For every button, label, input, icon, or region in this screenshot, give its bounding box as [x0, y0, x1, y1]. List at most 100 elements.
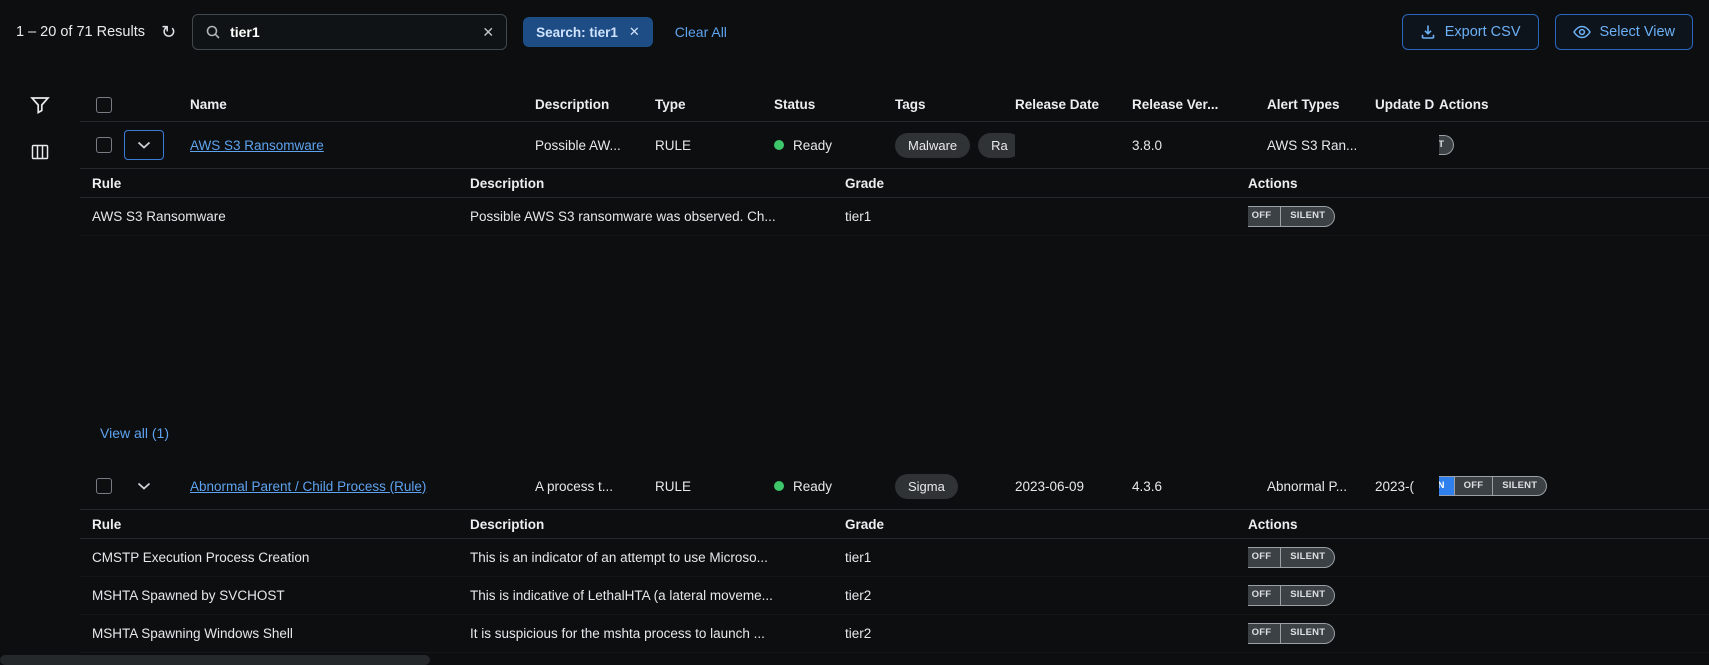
cell-type: RULE: [655, 138, 774, 153]
cell-tags: Sigma: [895, 474, 1015, 499]
cell-alert-types: AWS S3 Ran...: [1267, 138, 1375, 153]
search-filter-chip[interactable]: Search: tier1 ✕: [523, 17, 653, 47]
cell-type: RULE: [655, 479, 774, 494]
column-header-update-date[interactable]: Update D: [1375, 97, 1439, 112]
search-box[interactable]: ✕: [192, 14, 507, 50]
toggle-off[interactable]: OFF: [1248, 624, 1280, 642]
view-all-link[interactable]: View all (1): [80, 421, 1709, 445]
toggle-off[interactable]: OFF: [1248, 586, 1280, 604]
cell-actions: ON OFF SILENT: [1439, 135, 1709, 155]
sub-rule-actions: ON OFF SILENT: [1248, 623, 1709, 643]
sub-rule-grade: tier2: [845, 626, 1248, 641]
state-toggle[interactable]: ON OFF SILENT: [1248, 547, 1335, 567]
column-header-name[interactable]: Name: [190, 97, 535, 112]
sub-rule-description: This is indicative of LethalHTA (a later…: [470, 588, 845, 603]
column-header-release-date[interactable]: Release Date: [1015, 97, 1132, 112]
state-toggle[interactable]: ON OFF SILENT: [1248, 206, 1335, 226]
cell-release-version: 3.8.0: [1132, 138, 1267, 153]
tag-chip: Sigma: [895, 474, 958, 499]
select-view-button[interactable]: Select View: [1555, 14, 1694, 50]
column-header-actions: Actions: [1439, 97, 1709, 112]
toggle-silent[interactable]: SILENT: [1281, 548, 1334, 566]
cell-description: A process t...: [535, 479, 655, 494]
cell-description: Possible AW...: [535, 138, 655, 153]
cell-actions: ON OFF SILENT: [1439, 476, 1709, 496]
filter-icon[interactable]: [30, 96, 50, 114]
column-header-alert-types[interactable]: Alert Types: [1267, 97, 1375, 112]
toggle-off[interactable]: OFF: [1248, 207, 1280, 225]
eye-icon: [1573, 25, 1591, 39]
columns-icon[interactable]: [31, 144, 49, 160]
sub-rule-name: MSHTA Spawned by SVCHOST: [92, 588, 470, 603]
rule-name-link[interactable]: AWS S3 Ransomware: [190, 138, 535, 153]
select-view-label: Select View: [1600, 24, 1676, 40]
column-header-description[interactable]: Description: [535, 97, 655, 112]
horizontal-scrollbar[interactable]: [0, 655, 430, 665]
state-toggle[interactable]: ON OFF SILENT: [1439, 476, 1547, 496]
sub-table-header: Rule Description Grade Actions: [80, 168, 1709, 198]
remove-filter-icon[interactable]: ✕: [629, 24, 640, 40]
clear-all-link[interactable]: Clear All: [675, 24, 727, 40]
sub-rule-name: AWS S3 Ransomware: [92, 209, 470, 224]
toggle-off[interactable]: OFF: [1455, 477, 1493, 495]
sub-rule-grade: tier1: [845, 550, 1248, 565]
column-header-type[interactable]: Type: [655, 97, 774, 112]
sub-column-rule: Rule: [92, 517, 470, 532]
sub-column-rule: Rule: [92, 176, 470, 191]
collapse-row-button[interactable]: [124, 130, 164, 160]
table-row: Abnormal Parent / Child Process (Rule) A…: [80, 463, 1709, 509]
toggle-silent[interactable]: SILENT: [1493, 477, 1546, 495]
state-toggle[interactable]: ON OFF SILENT: [1248, 623, 1335, 643]
table-header: Name Description Type Status Tags Releas…: [80, 88, 1709, 122]
toggle-off[interactable]: OFF: [1248, 548, 1280, 566]
row-checkbox[interactable]: [96, 478, 112, 494]
toggle-on[interactable]: ON: [1439, 477, 1454, 495]
sub-rule-row: AWS S3 Ransomware Possible AWS S3 ransom…: [80, 198, 1709, 236]
toggle-silent[interactable]: SILENT: [1281, 207, 1334, 225]
rule-name-link[interactable]: Abnormal Parent / Child Process (Rule): [190, 479, 535, 494]
state-toggle[interactable]: ON OFF SILENT: [1248, 585, 1335, 605]
row-gap: [80, 445, 1709, 463]
sub-rule-grade: tier2: [845, 588, 1248, 603]
sub-column-actions: Actions: [1248, 517, 1709, 532]
cell-release-version: 4.3.6: [1132, 479, 1267, 494]
sub-rule-row: MSHTA Spawning Windows Shell It is suspi…: [80, 615, 1709, 653]
sub-column-description: Description: [470, 517, 845, 532]
sub-rule-grade: tier1: [845, 209, 1248, 224]
sub-rule-actions: ON OFF SILENT: [1248, 547, 1709, 567]
cell-tags: Malware Ra: [895, 133, 1015, 158]
status-ready-dot: [774, 140, 784, 150]
expanded-rules-panel: Rule Description Grade Actions CMSTP Exe…: [80, 509, 1709, 653]
toggle-silent[interactable]: SILENT: [1281, 586, 1334, 604]
toolbar: 1 – 20 of 71 Results ↻ ✕ Search: tier1 ✕…: [0, 0, 1709, 64]
cell-alert-types: Abnormal P...: [1267, 479, 1375, 494]
export-csv-label: Export CSV: [1445, 24, 1521, 40]
clear-search-icon[interactable]: ✕: [482, 24, 494, 41]
sub-column-grade: Grade: [845, 517, 1248, 532]
tag-chip: Ra: [978, 133, 1015, 158]
column-header-tags[interactable]: Tags: [895, 97, 1015, 112]
refresh-icon[interactable]: ↻: [161, 23, 176, 41]
toggle-silent[interactable]: SILENT: [1281, 624, 1334, 642]
sub-rule-actions: ON OFF SILENT: [1248, 585, 1709, 605]
state-toggle[interactable]: ON OFF SILENT: [1439, 135, 1454, 155]
search-input[interactable]: [230, 24, 473, 40]
row-checkbox[interactable]: [96, 137, 112, 153]
search-icon: [205, 24, 221, 40]
expanded-rules-panel: Rule Description Grade Actions AWS S3 Ra…: [80, 168, 1709, 445]
cell-release-date: 2023-06-09: [1015, 479, 1132, 494]
status-badge: Ready: [774, 479, 895, 494]
select-all-checkbox[interactable]: [96, 97, 112, 113]
expanded-panel-spacer: [80, 236, 1709, 421]
status-label: Ready: [793, 138, 832, 153]
sub-rule-name: MSHTA Spawning Windows Shell: [92, 626, 470, 641]
toggle-silent[interactable]: SILENT: [1439, 136, 1453, 154]
horizontal-scrollbar-track: [0, 655, 1709, 665]
collapse-row-button[interactable]: [124, 471, 164, 501]
sub-rule-row: MSHTA Spawned by SVCHOST This is indicat…: [80, 577, 1709, 615]
export-csv-button[interactable]: Export CSV: [1402, 14, 1539, 50]
column-header-status[interactable]: Status: [774, 97, 895, 112]
column-header-release-version[interactable]: Release Ver...: [1132, 97, 1267, 112]
filter-chip-label: Search: tier1: [536, 25, 618, 40]
sub-column-grade: Grade: [845, 176, 1248, 191]
